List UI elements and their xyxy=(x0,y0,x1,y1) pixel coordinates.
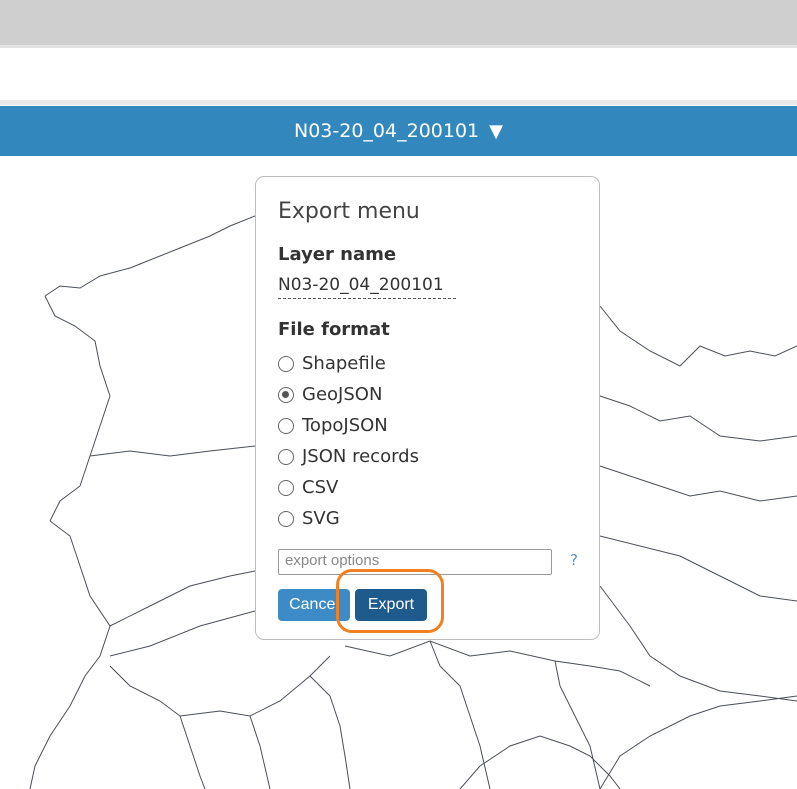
format-option-json-records[interactable]: JSON records xyxy=(278,446,419,467)
radio-button[interactable] xyxy=(278,479,294,496)
map-boundary xyxy=(344,640,651,687)
map-boundary xyxy=(89,445,256,457)
caret-down-icon: ▼ xyxy=(489,120,503,142)
layer-selector-name: N03-20_04_200101 xyxy=(294,120,480,142)
map-boundary xyxy=(29,520,111,789)
dialog-title: Export menu xyxy=(278,199,420,224)
map-coastline xyxy=(599,695,797,789)
map-boundary xyxy=(599,395,797,442)
format-option-csv[interactable]: CSV xyxy=(278,477,338,498)
map-boundary xyxy=(109,610,256,657)
export-dialog: Export menu Layer name N03-20_04_200101 … xyxy=(255,176,600,640)
export-button[interactable]: Export xyxy=(355,589,427,621)
format-option-label: CSV xyxy=(302,477,339,498)
format-option-geojson[interactable]: GeoJSON xyxy=(278,384,382,405)
map-boundary xyxy=(44,215,256,297)
map-boundary xyxy=(599,585,797,702)
browser-tab-bar xyxy=(0,0,797,48)
radio-button[interactable] xyxy=(278,355,294,372)
format-option-shapefile[interactable]: Shapefile xyxy=(278,353,386,374)
map-boundary xyxy=(429,640,491,789)
radio-button-checked[interactable] xyxy=(278,386,294,403)
cancel-button[interactable]: Cancel xyxy=(278,589,350,621)
map-boundary xyxy=(249,715,271,789)
format-option-svg[interactable]: SVG xyxy=(278,508,340,529)
toolbar-area xyxy=(0,48,797,105)
map-boundary xyxy=(309,675,351,789)
export-options-input[interactable]: export options xyxy=(278,549,552,575)
map-boundary xyxy=(179,655,331,717)
file-format-label: File format xyxy=(278,319,390,340)
format-option-label: Shapefile xyxy=(302,353,386,374)
layer-name-label: Layer name xyxy=(278,244,397,265)
radio-button[interactable] xyxy=(278,417,294,434)
map-boundary xyxy=(599,465,797,502)
format-option-label: GeoJSON xyxy=(302,384,383,405)
map-boundary xyxy=(44,295,111,522)
map-boundary xyxy=(554,660,601,789)
radio-button[interactable] xyxy=(278,448,294,465)
map-boundary xyxy=(109,570,256,627)
layer-selector[interactable]: N03-20_04_200101 ▼ xyxy=(0,106,797,156)
layer-name-field[interactable]: N03-20_04_200101 xyxy=(278,275,456,299)
map-boundary xyxy=(109,665,206,789)
format-option-label: SVG xyxy=(302,508,340,529)
format-option-topojson[interactable]: TopoJSON xyxy=(278,415,388,436)
radio-button[interactable] xyxy=(278,510,294,527)
help-icon[interactable]: ? xyxy=(570,551,578,569)
format-option-label: JSON records xyxy=(302,446,419,467)
map-boundary xyxy=(599,535,797,602)
format-option-label: TopoJSON xyxy=(302,415,388,436)
map-boundary xyxy=(599,305,797,367)
